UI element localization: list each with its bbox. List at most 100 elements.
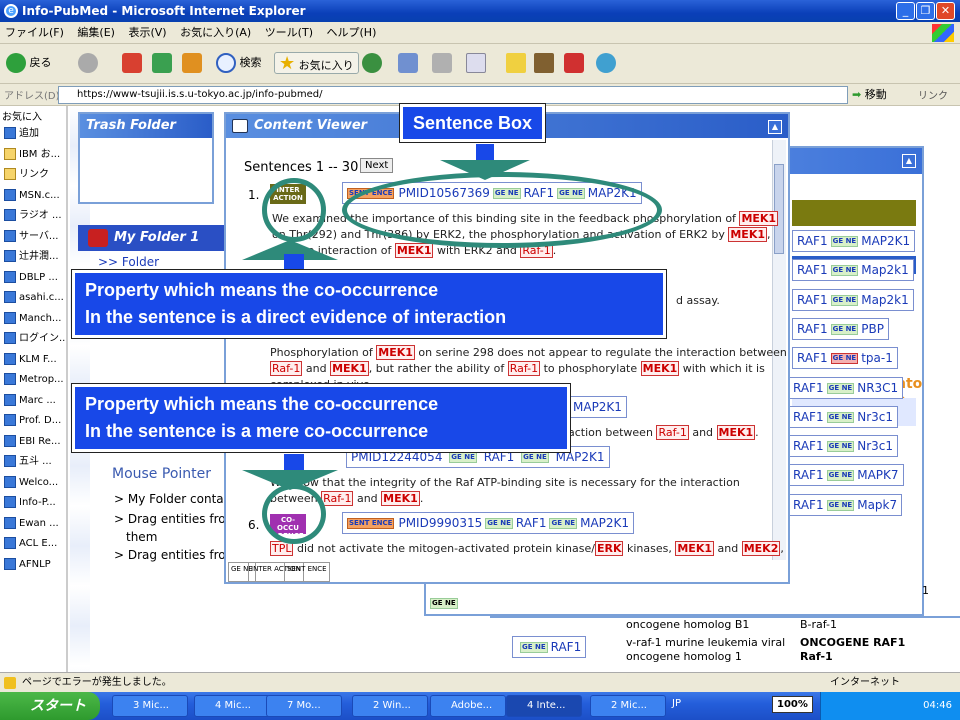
- close-button[interactable]: ✕: [936, 2, 955, 20]
- warning-icon[interactable]: [4, 677, 16, 689]
- gene-entity[interactable]: GE NE RAF1: [512, 636, 587, 658]
- window-title-bar[interactable]: Info-PubMed - Microsoft Internet Explore…: [0, 0, 960, 22]
- menu-tools[interactable]: ツール(T): [260, 22, 318, 44]
- favorite-item[interactable]: ログイン...: [4, 329, 66, 349]
- viewer-collapse-icon[interactable]: ▲: [768, 120, 782, 134]
- row-6-entities[interactable]: SENT ENCE PMID9990315 GE NE RAF1 GE NE MAP2K1: [342, 512, 635, 534]
- lang-indicator[interactable]: JP: [672, 698, 681, 709]
- gene-table: oncogene homolog B1 B-raf-1 GE NE RAF1 v-…: [490, 616, 960, 672]
- favorite-item[interactable]: Info-P...: [4, 493, 66, 513]
- note-icon: [506, 53, 526, 73]
- gene-pair-row[interactable]: RAF1 GE NE Map2k1: [792, 288, 914, 311]
- favorite-item[interactable]: Ewan ...: [4, 514, 66, 534]
- favorite-item[interactable]: ACL E...: [4, 534, 66, 554]
- refresh-icon: [152, 53, 172, 73]
- messenger-button[interactable]: [564, 52, 584, 74]
- favorite-icon: [4, 414, 16, 426]
- favorite-item[interactable]: EBI Re...: [4, 432, 66, 452]
- taskbar-task[interactable]: 4 Inte...: [506, 695, 582, 717]
- msn-button[interactable]: [596, 52, 616, 74]
- favorite-icon: [4, 270, 16, 283]
- gene-pair-row[interactable]: RAF1 GE NE Nr3c1: [788, 435, 898, 458]
- menu-edit[interactable]: 編集(E): [72, 22, 120, 44]
- back-button[interactable]: 戻る: [6, 52, 52, 74]
- gene-pair-row[interactable]: RAF1 GE NE tpa-1: [792, 347, 898, 370]
- taskbar-task[interactable]: 2 Win...: [352, 695, 428, 717]
- start-button[interactable]: スタート: [0, 692, 100, 720]
- edit-button[interactable]: [466, 52, 486, 74]
- go-button[interactable]: ➡ 移動: [852, 86, 887, 104]
- favorite-item[interactable]: ラジオ ...: [4, 206, 66, 226]
- favorite-label: ログイン...: [19, 333, 66, 344]
- gene-pair-row[interactable]: RAF1 GE NE Nr3c1: [788, 405, 898, 428]
- minimize-button[interactable]: _: [896, 2, 915, 20]
- taskbar-task[interactable]: Adobe...: [430, 695, 506, 717]
- scrollbar-thumb[interactable]: [774, 164, 784, 254]
- taskbar-task[interactable]: 4 Mic...: [194, 695, 270, 717]
- gene-pair-row[interactable]: RAF1 GE NE PBP: [792, 317, 889, 340]
- discuss-button[interactable]: [506, 52, 526, 74]
- menu-help[interactable]: ヘルプ(H): [322, 22, 382, 44]
- favorite-item[interactable]: リンク: [4, 165, 66, 185]
- home-icon: [182, 53, 202, 73]
- folder-icon: [88, 229, 108, 247]
- taskbar-task[interactable]: 3 Mic...: [112, 695, 188, 717]
- favorite-label: MSN.c...: [19, 189, 60, 201]
- home-button[interactable]: [182, 52, 202, 74]
- links-label[interactable]: リンク: [918, 87, 948, 102]
- favorite-item[interactable]: Marc ...: [4, 391, 66, 411]
- refresh-button[interactable]: [152, 52, 172, 74]
- my-folder-panel[interactable]: My Folder 1 >> Folder: [78, 225, 228, 269]
- gene-pair-row[interactable]: RAF1 GE NE MAP2K1: [792, 230, 916, 252]
- mail-button[interactable]: [398, 52, 418, 74]
- word-icon: [466, 53, 486, 73]
- favorites-button[interactable]: ★ お気に入り: [274, 52, 359, 74]
- favorite-item[interactable]: asahi.c...: [4, 288, 66, 308]
- taskbar-task[interactable]: 7 Mo...: [266, 695, 342, 717]
- favorite-item[interactable]: MSN.c...: [4, 186, 66, 206]
- row-4-entity[interactable]: MAP2K1: [568, 396, 627, 418]
- forward-button[interactable]: [78, 52, 98, 74]
- favorite-item[interactable]: 辻井潤...: [4, 247, 66, 267]
- taskbar-task[interactable]: 2 Mic...: [590, 695, 666, 717]
- favorite-item[interactable]: Manch...: [4, 309, 66, 329]
- collapse-icon[interactable]: ▲: [902, 154, 916, 168]
- menu-file[interactable]: ファイル(F): [0, 22, 69, 44]
- favorite-item[interactable]: 追加: [4, 124, 66, 144]
- gene-pair-row[interactable]: RAF1 GE NE Map2k1: [792, 259, 914, 282]
- gene-pair-row[interactable]: RAF1 GE NE MAPK7: [788, 464, 904, 487]
- stop-button[interactable]: [122, 52, 142, 74]
- favorite-item[interactable]: 五斗 ...: [4, 452, 66, 472]
- history-button[interactable]: [362, 52, 382, 74]
- favorite-item[interactable]: Metrop...: [4, 370, 66, 390]
- favorite-label: Prof. D...: [19, 415, 62, 426]
- folder-link[interactable]: >> Folder: [98, 255, 159, 269]
- favorite-icon: [4, 373, 16, 385]
- favorite-item[interactable]: AFNLP: [4, 555, 66, 575]
- star-icon: ★: [279, 53, 296, 74]
- favorite-item[interactable]: サーバ...: [4, 227, 66, 247]
- sentence-6-line-1: TPL did not activate the mitogen-activat…: [270, 541, 784, 556]
- favorite-item[interactable]: DBLP ...: [4, 268, 66, 288]
- favorite-label: asahi.c...: [19, 292, 64, 303]
- menu-view[interactable]: 表示(V): [123, 22, 171, 44]
- maximize-button[interactable]: ❐: [916, 2, 935, 20]
- favorite-label: Ewan ...: [19, 517, 59, 529]
- favorite-item[interactable]: IBM お...: [4, 145, 66, 165]
- trash-folder-panel[interactable]: Trash Folder: [78, 112, 214, 204]
- search-button[interactable]: 検索: [216, 52, 262, 74]
- zoom-level[interactable]: 100%: [772, 696, 813, 713]
- address-input[interactable]: https://www-tsujii.is.s.u-tokyo.ac.jp/in…: [58, 86, 848, 104]
- favorite-item[interactable]: Welco...: [4, 473, 66, 493]
- research-button[interactable]: [534, 52, 554, 74]
- favorite-item[interactable]: Prof. D...: [4, 411, 66, 431]
- next-button[interactable]: Next: [360, 158, 394, 173]
- favorites-title: お気に入: [2, 112, 42, 123]
- menu-favorites[interactable]: お気に入り(A): [175, 22, 256, 44]
- gene-pair-row[interactable]: RAF1 GE NE NR3C1: [788, 376, 904, 399]
- tab-sentence[interactable]: SENT ENCE: [284, 562, 330, 582]
- address-label: アドレス(D): [4, 91, 60, 102]
- print-button[interactable]: [432, 52, 452, 74]
- gene-pair-row[interactable]: RAF1 GE NE Mapk7: [788, 493, 903, 516]
- favorite-item[interactable]: KLM F...: [4, 350, 66, 370]
